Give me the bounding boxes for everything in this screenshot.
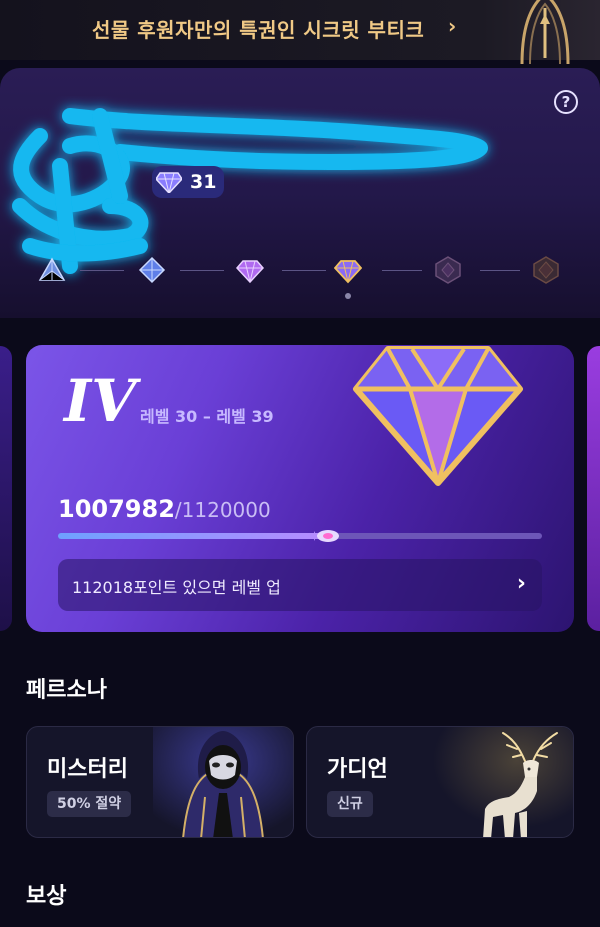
tier-1-icon[interactable] xyxy=(38,256,66,284)
level-range: 레벨 30 – 레벨 39 xyxy=(140,407,274,426)
tier-connector xyxy=(282,270,326,271)
persona-card-mystery[interactable]: 미스터리 50% 절약 xyxy=(26,726,294,838)
tier-progress-track xyxy=(0,256,600,306)
tier-numeral: IV xyxy=(64,367,137,435)
current-tier-indicator xyxy=(345,293,351,299)
banner-text: 선물 후원자만의 특권인 시크릿 부티크 xyxy=(92,18,425,42)
rewards-section-title: 보상 xyxy=(26,884,67,909)
profile-header: ? 31 xyxy=(0,68,600,318)
persona-section-title: 페르소나 xyxy=(26,678,107,703)
level-up-text: 112018포인트 있으면 레벨 업 xyxy=(72,578,281,597)
tier-6-icon[interactable] xyxy=(532,256,560,284)
tier-2-icon[interactable] xyxy=(138,256,166,284)
persona-name: 미스터리 xyxy=(47,757,128,782)
boutique-emblem-icon xyxy=(520,0,570,64)
tier-connector xyxy=(480,270,520,271)
hooded-mystery-figure-icon xyxy=(153,727,293,837)
current-points: 1007982 xyxy=(58,495,175,523)
diamond-icon xyxy=(156,172,182,193)
tier-4-icon[interactable] xyxy=(334,256,362,284)
progress-fill xyxy=(58,533,329,539)
diamond-gem-icon xyxy=(353,346,523,486)
level-tier-card: IV 레벨 30 – 레벨 39 1007982/1120000 112018포… xyxy=(26,345,574,632)
tier-5-icon[interactable] xyxy=(434,256,462,284)
persona-name: 가디언 xyxy=(327,757,388,782)
points-progress-text: 1007982/1120000 xyxy=(58,495,271,523)
glowing-deer-icon xyxy=(433,727,573,837)
tier-3-icon[interactable] xyxy=(236,256,264,284)
next-tier-card[interactable] xyxy=(587,346,600,631)
new-badge: 신규 xyxy=(327,791,373,817)
chevron-right-icon: › xyxy=(448,14,457,38)
level-up-info-button[interactable]: 112018포인트 있으면 레벨 업 › xyxy=(58,559,542,611)
total-points: /1120000 xyxy=(174,498,271,522)
level-badge: 31 xyxy=(152,166,224,198)
tier-connector xyxy=(180,270,224,271)
tier-connector xyxy=(382,270,422,271)
level-number: 31 xyxy=(190,171,217,193)
chevron-right-icon: › xyxy=(516,571,526,596)
tier-connector xyxy=(80,270,124,271)
persona-card-guardian[interactable]: 가디언 신규 xyxy=(306,726,574,838)
previous-tier-card[interactable] xyxy=(0,346,12,631)
discount-badge: 50% 절약 xyxy=(47,791,132,817)
points-progress-bar xyxy=(58,530,542,542)
rocket-marker-icon xyxy=(314,530,340,542)
question-circle-icon[interactable]: ? xyxy=(554,90,578,114)
secret-boutique-banner[interactable]: 선물 후원자만의 특권인 시크릿 부티크 › xyxy=(0,0,600,64)
